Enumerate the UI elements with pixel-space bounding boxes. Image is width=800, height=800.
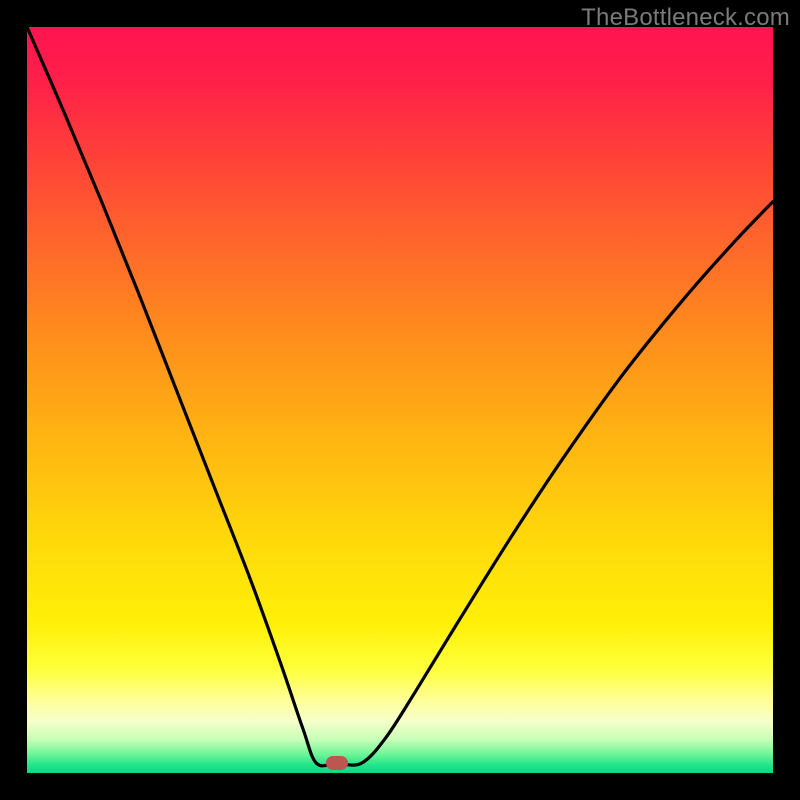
curve-layer bbox=[27, 27, 773, 773]
optimal-marker bbox=[326, 756, 348, 770]
plot-area bbox=[27, 27, 773, 773]
watermark-text: TheBottleneck.com bbox=[581, 4, 790, 32]
chart-stage: TheBottleneck.com bbox=[0, 0, 800, 800]
bottleneck-curve bbox=[27, 27, 773, 766]
